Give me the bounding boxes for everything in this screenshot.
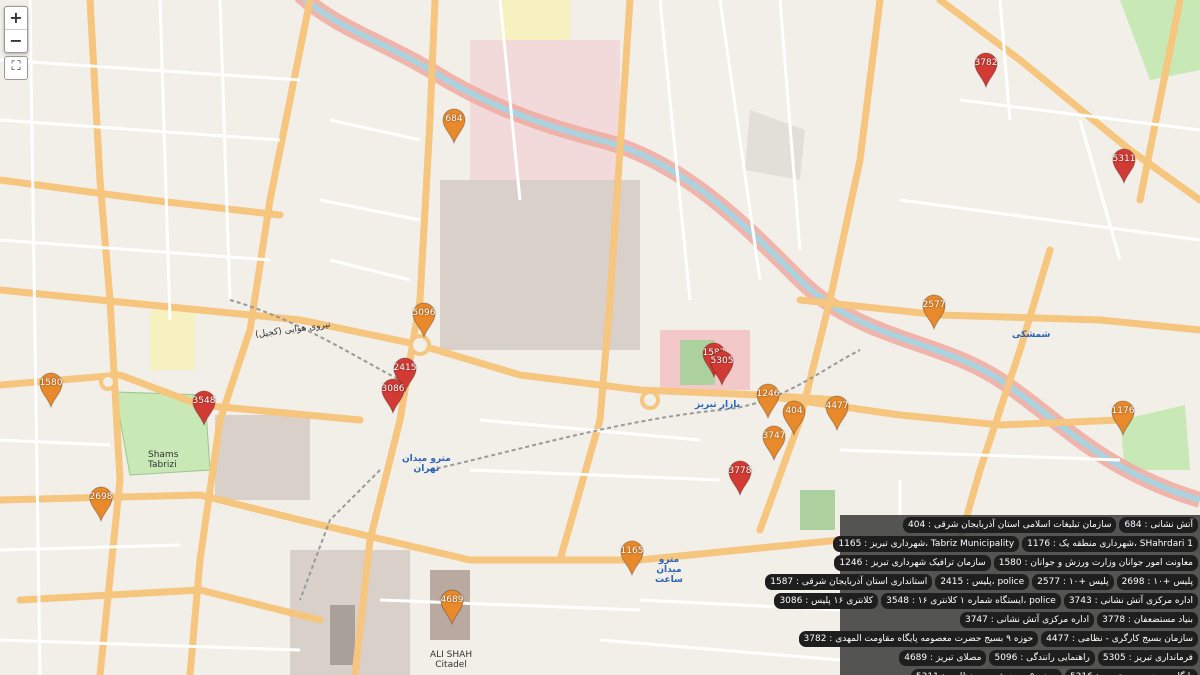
legend-item[interactable]: 5096 : راهنمایی رانندگی [989, 650, 1095, 666]
marker-id-label: 2415 [393, 363, 417, 373]
marker-id-label: 3778 [728, 466, 752, 476]
map-marker-1165[interactable]: 1165 [619, 540, 645, 576]
marker-id-label: 5096 [412, 308, 436, 318]
legend-row: 404 : سازمان تبلیغات اسلامی استان آذربای… [840, 517, 1198, 533]
map-marker-5311[interactable]: 5311 [1111, 148, 1137, 184]
place-label-metro-saat: مترو میدان ساعت [655, 555, 683, 585]
legend-item[interactable]: 2698 : پلیس +۱۰ [1116, 574, 1198, 590]
fullscreen-button[interactable]: ⛶ [4, 56, 28, 80]
legend-item[interactable]: 4477 : سازمان بسیج کارگری - نظامی [1041, 631, 1198, 647]
marker-id-label: 3782 [974, 58, 998, 68]
legend-row: 1246 : سازمان ترافیک شهرداری تبریز 1580 :… [834, 555, 1198, 571]
legend-row: 1587 : استانداری استان آذربایجان شرقی 241… [765, 574, 1198, 590]
legend-item[interactable]: 5311 : حوزه ۹ بسیج شهری - نظامی [910, 669, 1062, 675]
legend-row: 1165 : شهرداری تبریز، Tabriz Municipalit… [833, 536, 1198, 552]
legend-item[interactable]: 1176 : شهرداری منطقه یک، SHahrdari 1 [1022, 536, 1198, 552]
map-marker-4477[interactable]: 4477 [824, 395, 850, 431]
marker-id-label: 3086 [381, 384, 405, 394]
legend-item[interactable]: 1587 : استانداری استان آذربایجان شرقی [765, 574, 933, 590]
map-marker-4689[interactable]: 4689 [439, 589, 465, 625]
map-marker-3782[interactable]: 3782 [973, 52, 999, 88]
legend-item[interactable]: 1246 : سازمان ترافیک شهرداری تبریز [834, 555, 991, 571]
legend-row: 3782 : حوزه ۹ بسیج حضرت معصومه پایگاه مق… [798, 631, 1198, 647]
legend-row: 3747 : اداره مرکزی آتش نشانی 3778 : بنیاد… [840, 612, 1198, 628]
map-marker-3778[interactable]: 3778 [727, 460, 753, 496]
map-marker-3548[interactable]: 3548 [191, 390, 217, 426]
marker-id-label: 1176 [1111, 406, 1135, 416]
legend-item[interactable]: 3747 : اداره مرکزی آتش نشانی [959, 612, 1095, 628]
legend-item[interactable]: 3743 : اداره مرکزی آتش نشانی [1063, 593, 1198, 609]
map-marker-1580[interactable]: 1580 [38, 372, 64, 408]
legend-item[interactable]: 684 : آتش نشانی [1119, 517, 1198, 533]
legend-item[interactable]: 3548 : ایستگاه شماره ۱ کلانتری ۱۶، polic… [881, 593, 1061, 609]
map-marker-2698[interactable]: 2698 [88, 486, 114, 522]
map-marker-5096[interactable]: 5096 [411, 302, 437, 338]
marker-id-label: 684 [445, 114, 463, 124]
zoom-in-button[interactable]: + [5, 7, 27, 30]
legend-item[interactable]: 4689 : مصلای تبریز [899, 650, 987, 666]
legend-row: 4689 : مصلای تبریز 5096 : راهنمایی رانندگ… [840, 650, 1198, 666]
place-label-shomali: شمشکی [1012, 330, 1051, 340]
marker-id-label: 5311 [1112, 154, 1136, 164]
map-marker-5305[interactable]: 5305 [709, 350, 735, 386]
marker-id-label: 404 [785, 406, 803, 416]
legend-row: 5311 : حوزه ۹ بسیج شهری - نظامی5316 : پا… [840, 669, 1198, 675]
marker-id-label: 5305 [710, 356, 734, 366]
legend-item[interactable]: 1165 : شهرداری تبریز، Tabriz Municipalit… [833, 536, 1020, 552]
map-canvas[interactable]: + − ⛶ Shams Tabrizi ALI SHAH Citadel متر… [0, 0, 1200, 675]
map-marker-684[interactable]: 684 [441, 108, 467, 144]
marker-id-label: 1580 [39, 378, 63, 388]
map-marker-1176[interactable]: 1176 [1110, 400, 1136, 436]
legend-row: 3086 : کلانتری ۱۶ پلیس 3548 : ایستگاه شما… [774, 593, 1198, 609]
marker-id-label: 3548 [192, 396, 216, 406]
place-label-shams-tabrizi: Shams Tabrizi [148, 450, 179, 470]
legend-item[interactable]: 2415 : پلیس، police [935, 574, 1030, 590]
marker-id-label: 3747 [762, 431, 786, 441]
legend-item[interactable]: 2577 : پلیس +۱۰ [1032, 574, 1114, 590]
map-marker-3086[interactable]: 3086 [380, 378, 406, 414]
legend-item[interactable]: 3782 : حوزه ۹ بسیج حضرت معصومه پایگاه مق… [798, 631, 1039, 647]
zoom-control: + − [4, 6, 28, 53]
map-marker-3747[interactable]: 3747 [761, 425, 787, 461]
marker-legend-panel: 404 : سازمان تبلیغات اسلامی استان آذربای… [765, 515, 1200, 675]
place-label-bazaar: بازار تبریز [695, 400, 740, 410]
legend-item[interactable]: 3778 : بنیاد مستضعفان [1097, 612, 1198, 628]
place-label-metro-tehran: مترو میدان تهران [402, 454, 451, 474]
legend-item[interactable]: 3086 : کلانتری ۱۶ پلیس [774, 593, 879, 609]
marker-id-label: 1246 [756, 389, 780, 399]
marker-id-label: 2577 [922, 300, 946, 310]
legend-item[interactable]: 404 : سازمان تبلیغات اسلامی استان آذربای… [903, 517, 1117, 533]
zoom-out-button[interactable]: − [5, 30, 27, 52]
marker-id-label: 2698 [89, 492, 113, 502]
legend-item[interactable]: 5305 : فرمانداری تبریز [1097, 650, 1198, 666]
place-label-alishah-citadel: ALI SHAH Citadel [430, 650, 473, 670]
marker-id-label: 4477 [825, 401, 849, 411]
legend-item[interactable]: 5316 : پایگاه بسیج مسجد توحید [1064, 669, 1198, 675]
marker-id-label: 1165 [620, 546, 644, 556]
legend-item[interactable]: 1580 : معاونت امور جوانان وزارت ورزش و ج… [993, 555, 1198, 571]
map-marker-2577[interactable]: 2577 [921, 294, 947, 330]
marker-id-label: 4689 [440, 595, 464, 605]
